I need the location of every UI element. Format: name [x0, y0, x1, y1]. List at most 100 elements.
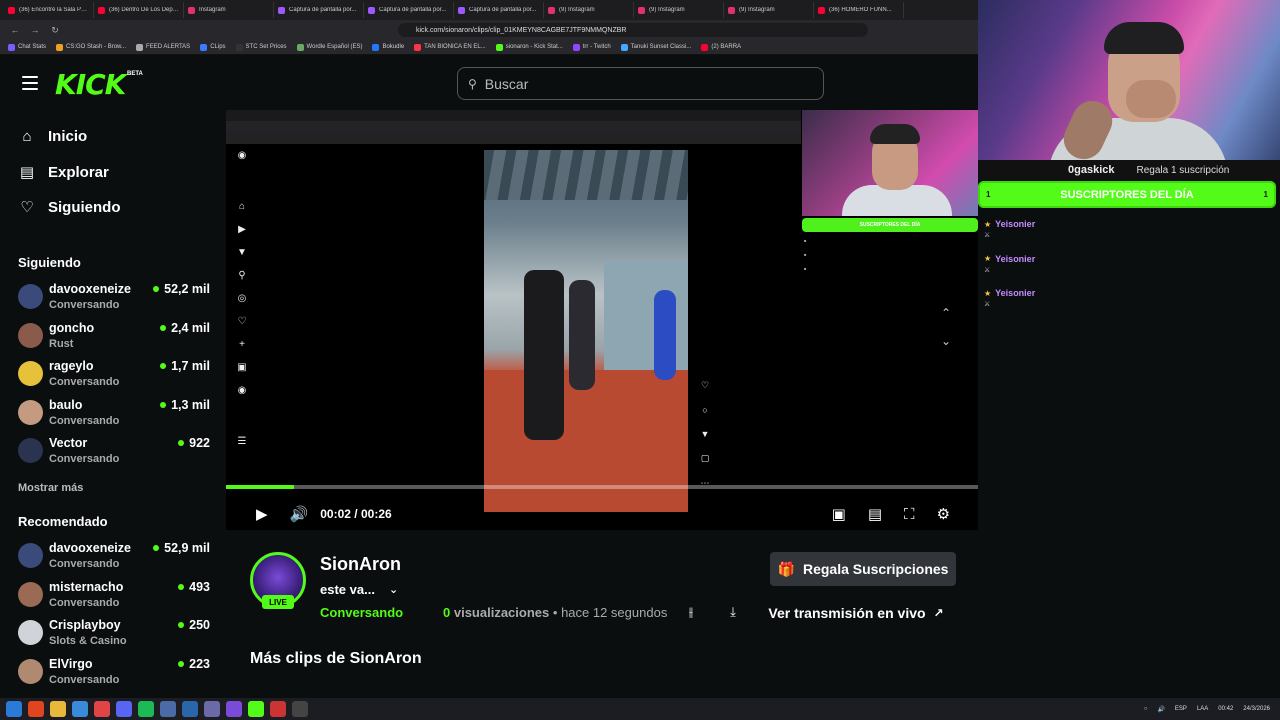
- settings-icon[interactable]: ⚙: [937, 505, 950, 523]
- browser-tab[interactable]: (9) Instagram: [634, 2, 724, 18]
- windows-start-icon[interactable]: [6, 701, 22, 717]
- download-icon[interactable]: ⤓: [724, 603, 742, 621]
- app-icon[interactable]: [292, 701, 308, 717]
- video-progress-bar[interactable]: [226, 485, 980, 489]
- browser-tab[interactable]: (9) Instagram: [724, 2, 814, 18]
- forward-icon[interactable]: →: [28, 23, 42, 37]
- beta-label: BETA: [127, 71, 143, 77]
- browser-tab[interactable]: Captura de pantalla por...: [364, 2, 454, 18]
- live-dot-icon: [178, 583, 185, 590]
- nav-siguiendo[interactable]: ♡ Siguiendo: [18, 198, 120, 217]
- avatar: [18, 438, 43, 463]
- bookmark-item[interactable]: FEED ALERTAS: [136, 43, 190, 51]
- bookmark-label: trr - Twitch: [582, 44, 611, 50]
- kick-logo[interactable]: KICK: [55, 68, 126, 101]
- bookmark-item[interactable]: Bokudle: [372, 43, 404, 51]
- bookmark-item[interactable]: (2) BARRA: [701, 43, 741, 51]
- channel-name: ElVirgo: [49, 656, 93, 671]
- pip-icon[interactable]: ▣: [832, 505, 846, 523]
- tab-label: Instagram: [199, 7, 226, 13]
- app-icon[interactable]: [94, 701, 110, 717]
- tray-lang[interactable]: ESP: [1175, 706, 1187, 712]
- browser-tab[interactable]: (9) Instagram: [544, 2, 634, 18]
- search-box[interactable]: ⚲: [457, 67, 824, 100]
- watch-live-button[interactable]: Ver transmisión en vivo ↗: [756, 600, 956, 626]
- browser-tab[interactable]: (36) Encontré la Sala Pe...: [4, 2, 94, 18]
- subs-of-day-title: SUSCRIPTORES DEL DÍA: [1060, 188, 1194, 201]
- tray-time[interactable]: 00:42: [1218, 706, 1233, 712]
- tab-favicon-icon: [368, 6, 375, 14]
- video-time: 00:02 / 00:26: [320, 507, 391, 521]
- share-icon[interactable]: ⫲: [682, 603, 700, 621]
- sub-row: ★ Yeisonier ⚔: [984, 219, 1035, 239]
- kick-taskbar-icon[interactable]: [248, 701, 264, 717]
- sidebar-channel-davooxeneize[interactable]: davooxeneize Conversando 52,2 mil: [18, 280, 214, 316]
- bookmark-item[interactable]: trr - Twitch: [572, 43, 611, 51]
- clip-video-player[interactable]: ◉ ⌂ ▶ ▼ ⚲ ◎ ♡ + ▣ ◉ ☰ ♡ ○ ▼ ▢ ⋯ SUSCRIPTORES DEL DÍA …: [226, 110, 980, 530]
- bookmark-item[interactable]: TAN BIONICA EN EL...: [414, 43, 486, 51]
- show-more-link[interactable]: Mostrar más: [18, 482, 83, 494]
- browser-tab[interactable]: Captura de pantalla por...: [454, 2, 544, 18]
- avatar: [18, 658, 43, 684]
- app-icon[interactable]: [204, 701, 220, 717]
- nav-inicio[interactable]: ⌂ Inicio: [18, 128, 87, 145]
- browser-tab[interactable]: Instagram: [184, 2, 274, 18]
- volume-icon[interactable]: 🔊: [290, 505, 309, 523]
- back-icon[interactable]: ←: [8, 23, 22, 37]
- gift-icon: 🎁: [777, 560, 795, 577]
- sidebar-channel-davooxeneize[interactable]: davooxeneize Conversando 52,9 mil: [18, 539, 214, 575]
- channel-name: misternacho: [49, 579, 124, 594]
- browser-tab[interactable]: (36) Dentro De Los Depó...: [94, 2, 184, 18]
- app-icon[interactable]: [270, 701, 286, 717]
- bookmark-label: sionaron - Kick Stat...: [505, 44, 563, 50]
- bookmark-item[interactable]: sionaron - Kick Stat...: [495, 43, 563, 51]
- system-tray: ○ 🔊 ESP LAA 00:42 24/3/2026: [1134, 698, 1270, 720]
- folder-icon[interactable]: [50, 701, 66, 717]
- brave-icon[interactable]: [28, 701, 44, 717]
- sidebar-channel-crisplayboy[interactable]: Crisplayboy Slots & Casino 250: [18, 616, 214, 652]
- live-badge: LIVE: [262, 595, 294, 609]
- chevron-down-icon[interactable]: ⌄: [389, 583, 398, 596]
- url-field[interactable]: kick.com/sionaron/clips/clip_01KMEYN8CAG…: [398, 23, 868, 37]
- live-dot-icon: [160, 401, 167, 408]
- app-icon[interactable]: [226, 701, 242, 717]
- volume-tray-icon[interactable]: 🔊: [1157, 706, 1164, 713]
- browser-tab[interactable]: (36) HOMERO FUNN...: [814, 2, 904, 18]
- bookmark-item[interactable]: Tanuki Sunset Classi...: [620, 43, 691, 51]
- wifi-icon[interactable]: ○: [1144, 706, 1148, 712]
- sidebar-channel-goncho[interactable]: goncho Rust 2,4 mil: [18, 319, 214, 355]
- fullscreen-icon[interactable]: ⛶: [904, 506, 915, 523]
- video-frame-gym-scene: [484, 150, 688, 512]
- reload-icon[interactable]: ↻: [48, 23, 62, 37]
- gift-subs-button[interactable]: 🎁 Regala Suscripciones: [770, 552, 956, 586]
- discord-icon[interactable]: [116, 701, 132, 717]
- sidebar-channel-elvirgo[interactable]: ElVirgo Conversando 223: [18, 655, 214, 691]
- play-icon[interactable]: ▶: [256, 505, 268, 523]
- bookmark-label: CLips: [210, 44, 226, 50]
- bookmark-item[interactable]: STC Set Prices: [235, 43, 287, 51]
- app-icon[interactable]: [160, 701, 176, 717]
- theater-icon[interactable]: ▤: [868, 505, 882, 523]
- browser-tab[interactable]: Captura de pantalla por...: [274, 2, 364, 18]
- sidebar-channel-rageylo[interactable]: rageylo Conversando 1,7 mil: [18, 357, 214, 393]
- bookmark-item[interactable]: CS:GO Stash - Brow...: [56, 43, 126, 51]
- search-input[interactable]: [484, 75, 785, 92]
- time-separator: /: [354, 507, 358, 521]
- channel-name[interactable]: SionAron: [320, 554, 401, 575]
- sidebar-channel-misternacho[interactable]: misternacho Conversando 493: [18, 578, 214, 614]
- tray-date[interactable]: 24/3/2026: [1243, 706, 1270, 712]
- avatar: [18, 399, 43, 425]
- tab-label: (9) Instagram: [649, 7, 685, 13]
- app-icon[interactable]: [182, 701, 198, 717]
- bookmark-item[interactable]: CLips: [200, 43, 226, 51]
- spotify-icon[interactable]: [138, 701, 154, 717]
- sidebar-channel-vector[interactable]: Vector Conversando 922: [18, 434, 214, 470]
- bookmark-item[interactable]: Chat Stats: [8, 43, 46, 51]
- bookmark-item[interactable]: Wordle Español (ES): [296, 43, 362, 51]
- nav-explorar[interactable]: ▤ Explorar: [18, 163, 109, 182]
- app-icon[interactable]: [72, 701, 88, 717]
- menu-icon[interactable]: [22, 76, 38, 90]
- clip-info: LIVE SionAron este va... ⌄ Conversando 0…: [226, 530, 978, 692]
- sidebar-channel-baulo[interactable]: baulo Conversando 1,3 mil: [18, 396, 214, 432]
- category-link[interactable]: Conversando: [320, 605, 403, 620]
